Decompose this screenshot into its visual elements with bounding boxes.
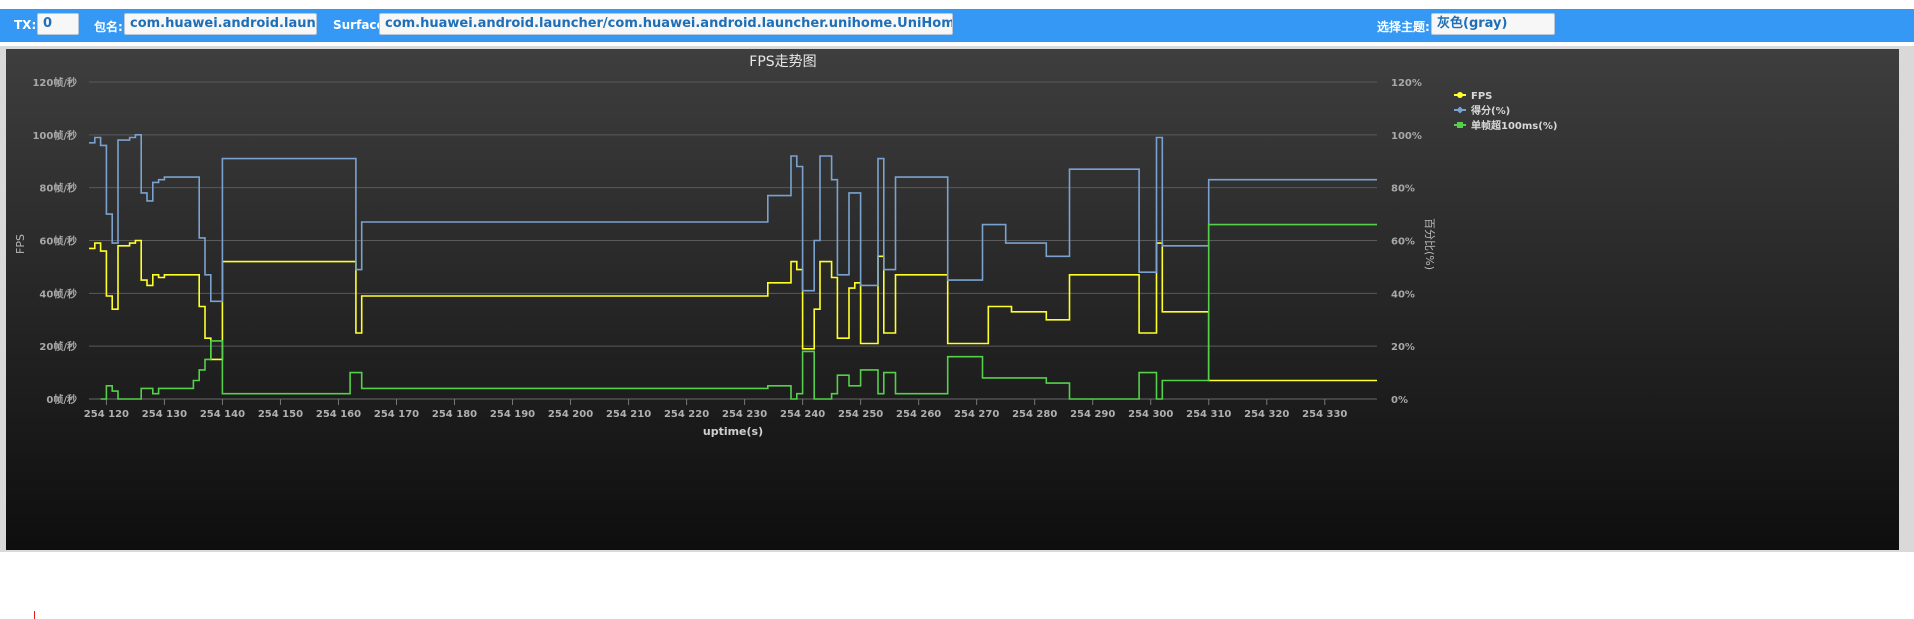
tx-input[interactable]: 0 [37, 13, 79, 35]
x-tick-label: 254 250 [838, 409, 883, 420]
package-input[interactable]: com.huawei.android.launcher [124, 13, 317, 35]
y-right-tick-label: 0% [1391, 395, 1408, 406]
chart-background [6, 49, 1899, 550]
package-label: 包名: [94, 20, 123, 34]
x-tick-label: 254 330 [1302, 409, 1347, 420]
legend-marker [1457, 122, 1463, 128]
y-axis-left-title: FPS [14, 234, 27, 254]
x-tick-label: 254 290 [1070, 409, 1115, 420]
x-tick-label: 254 260 [896, 409, 941, 420]
legend-label: 单帧超100ms(%) [1471, 119, 1557, 132]
x-tick-label: 254 160 [316, 409, 361, 420]
fps-chart: 0帧/秒 20帧/秒 40帧/秒 60帧/秒 80帧/秒 100帧/秒 120帧/秒 0% 20… [6, 49, 1899, 550]
y-right-tick-label: 80% [1391, 184, 1415, 195]
y-left-tick-label: 100帧/秒 [32, 129, 77, 142]
chart-title: FPS走势图 [749, 54, 816, 70]
y-left-tick-label: 120帧/秒 [32, 76, 77, 89]
x-tick-label: 254 310 [1186, 409, 1231, 420]
x-tick-label: 254 210 [606, 409, 651, 420]
y-left-tick-label: 60帧/秒 [39, 235, 77, 248]
cursor-mark [34, 611, 35, 619]
x-tick-label: 254 190 [490, 409, 535, 420]
y-right-tick-label: 60% [1391, 237, 1415, 248]
x-tick-label: 254 180 [432, 409, 477, 420]
y-left-tick-label: 80帧/秒 [39, 182, 77, 195]
y-right-tick-label: 100% [1391, 131, 1422, 142]
legend-label: FPS [1471, 91, 1492, 102]
tx-label: TX: [14, 18, 37, 32]
x-tick-label: 254 300 [1128, 409, 1173, 420]
x-tick-label: 254 320 [1244, 409, 1289, 420]
x-tick-label: 254 240 [780, 409, 825, 420]
x-tick-label: 254 120 [84, 409, 129, 420]
x-tick-label: 254 280 [1012, 409, 1057, 420]
x-tick-label: 254 220 [664, 409, 709, 420]
x-tick-label: 254 140 [200, 409, 245, 420]
y-left-tick-label: 0帧/秒 [46, 393, 77, 406]
x-axis-title: uptime(s) [703, 425, 763, 438]
y-axis-right-title: 百分比(%) [1423, 218, 1436, 270]
y-left-tick-label: 20帧/秒 [39, 340, 77, 353]
y-right-tick-label: 120% [1391, 78, 1422, 89]
x-tick-label: 254 270 [954, 409, 999, 420]
x-tick-label: 254 150 [258, 409, 303, 420]
x-tick-label: 254 230 [722, 409, 767, 420]
chart-panel: 0帧/秒 20帧/秒 40帧/秒 60帧/秒 80帧/秒 100帧/秒 120帧/秒 0% 20… [0, 46, 1914, 552]
x-tick-label: 254 130 [142, 409, 187, 420]
x-tick-label: 254 200 [548, 409, 593, 420]
theme-label: 选择主题: [1377, 20, 1430, 34]
y-right-tick-label: 40% [1391, 289, 1415, 300]
x-tick-label: 254 170 [374, 409, 419, 420]
theme-select[interactable]: 灰色(gray) [1431, 13, 1555, 35]
toolbar: TX: 0 包名: com.huawei.android.launcher Su… [0, 9, 1914, 42]
legend-label: 得分(%) [1470, 104, 1510, 117]
legend-marker [1457, 92, 1463, 98]
y-right-tick-label: 20% [1391, 342, 1415, 353]
surface-input[interactable]: com.huawei.android.launcher/com.huawei.a… [379, 13, 953, 35]
y-left-tick-label: 40帧/秒 [39, 287, 77, 300]
